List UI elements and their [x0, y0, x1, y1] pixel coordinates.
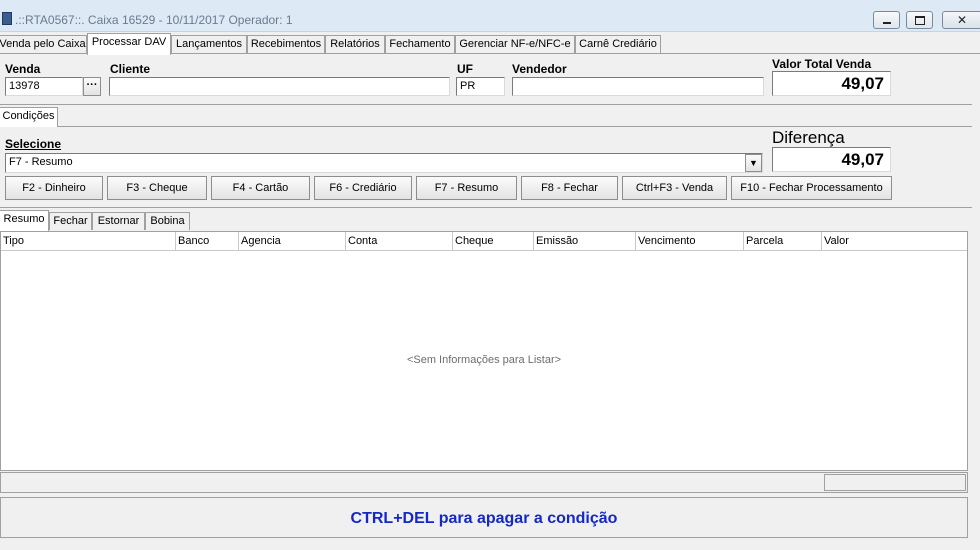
fechar-processamento-button[interactable]: F10 - Fechar Processamento — [731, 176, 892, 200]
vendedor-label: Vendedor — [512, 62, 567, 76]
fechar-button[interactable]: F8 - Fechar — [521, 176, 618, 200]
column-header-conta[interactable]: Conta — [346, 232, 453, 251]
column-header-emissao[interactable]: Emissão — [534, 232, 636, 251]
venda-label: Venda — [5, 62, 41, 76]
section-divider — [0, 104, 972, 105]
maximize-button[interactable] — [906, 11, 933, 29]
tab-lancamentos[interactable]: Lançamentos — [171, 35, 247, 53]
selecione-label: Selecione — [5, 137, 62, 151]
cartao-button[interactable]: F4 - Cartão — [211, 176, 310, 200]
resumo-button[interactable]: F7 - Resumo — [416, 176, 517, 200]
column-header-banco[interactable]: Banco — [176, 232, 239, 251]
diferenca-label: Diferença — [772, 128, 845, 147]
venda-input[interactable]: 13978 — [5, 77, 83, 96]
crediario-button[interactable]: F6 - Crediário — [314, 176, 412, 200]
valor-total-label: Valor Total Venda — [772, 57, 872, 71]
tab-fechar[interactable]: Fechar — [49, 212, 92, 230]
tab-processar-dav[interactable]: Processar DAV — [87, 33, 171, 55]
column-header-tipo[interactable]: Tipo — [1, 232, 176, 251]
status-bar — [0, 472, 968, 493]
column-header-valor[interactable]: Valor — [822, 232, 967, 251]
tab-relatorios[interactable]: Relatórios — [325, 35, 385, 53]
app-icon — [2, 12, 12, 25]
buttons-divider — [0, 207, 972, 208]
tab-estornar[interactable]: Estornar — [92, 212, 145, 230]
valor-total-value: 49,07 — [772, 71, 891, 96]
status-panel — [824, 474, 966, 491]
cheque-button[interactable]: F3 - Cheque — [107, 176, 207, 200]
uf-input[interactable]: PR — [456, 77, 505, 96]
tab-gerenciar-nfe[interactable]: Gerenciar NF-e/NFC-e — [455, 35, 575, 53]
main-tab-strip: Venda pelo Caixa Processar DAV Lançament… — [0, 33, 980, 55]
cliente-input[interactable] — [109, 77, 450, 96]
footer-panel: CTRL+DEL para apagar a condição — [0, 497, 968, 538]
conditions-table[interactable]: Tipo Banco Agencia Conta Cheque Emissão … — [0, 231, 968, 471]
uf-label: UF — [457, 62, 473, 76]
tab-condicoes[interactable]: Condições — [0, 107, 58, 127]
column-header-vencimento[interactable]: Vencimento — [636, 232, 744, 251]
column-header-agencia[interactable]: Agencia — [239, 232, 346, 251]
delete-condition-hint: CTRL+DEL para apagar a condição — [350, 510, 618, 527]
venda-lookup-button[interactable]: ··· — [83, 77, 101, 96]
dinheiro-button[interactable]: F2 - Dinheiro — [5, 176, 103, 200]
tab-bobina[interactable]: Bobina — [145, 212, 190, 230]
tab-carne-crediario[interactable]: Carnê Crediário — [575, 35, 661, 53]
diferenca-value: 49,07 — [772, 147, 891, 172]
condicao-select-value: F7 - Resumo — [9, 156, 73, 168]
tab-resumo[interactable]: Resumo — [0, 210, 49, 231]
column-header-cheque[interactable]: Cheque — [453, 232, 534, 251]
column-header-parcela[interactable]: Parcela — [744, 232, 822, 251]
chevron-down-icon[interactable]: ▼ — [745, 154, 762, 172]
tab-venda-pelo-caixa[interactable]: Venda pelo Caixa — [0, 35, 87, 53]
minimize-button[interactable] — [873, 11, 900, 29]
vendedor-input[interactable] — [512, 77, 764, 96]
cliente-label: Cliente — [110, 62, 151, 76]
empty-table-message: <Sem Informações para Listar> — [406, 354, 562, 366]
tab-fechamento[interactable]: Fechamento — [385, 35, 455, 53]
tab-recebimentos[interactable]: Recebimentos — [247, 35, 325, 53]
window-title: .::RTA0567::. Caixa 16529 - 10/11/2017 O… — [15, 13, 293, 27]
close-button[interactable] — [942, 11, 980, 29]
condicao-select[interactable]: F7 - Resumo — [5, 153, 763, 173]
venda-button[interactable]: Ctrl+F3 - Venda — [622, 176, 727, 200]
condicoes-tab-baseline — [58, 126, 972, 127]
